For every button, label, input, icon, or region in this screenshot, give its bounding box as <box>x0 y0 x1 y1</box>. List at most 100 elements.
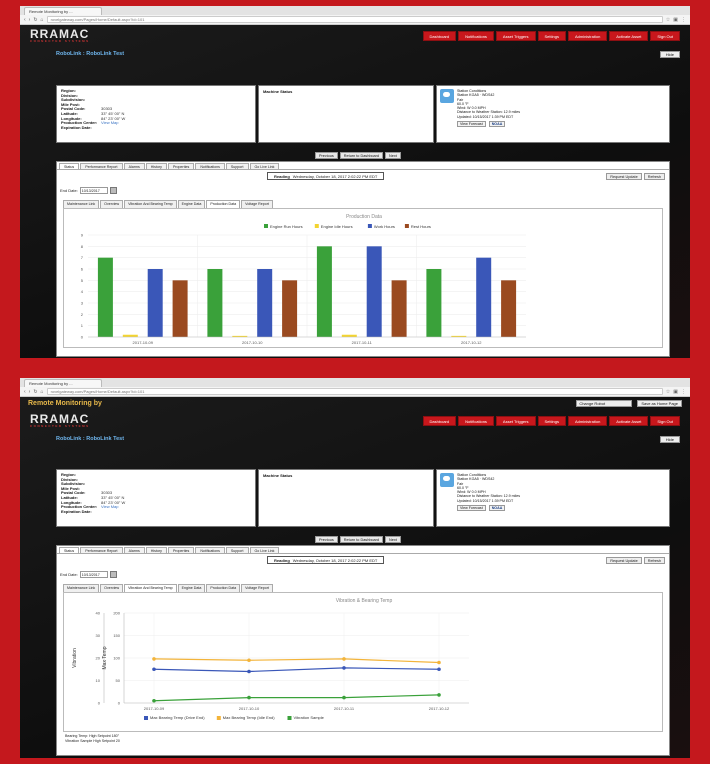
nav-notifications[interactable]: Notifications <box>458 416 494 426</box>
request-update-button[interactable]: Request Update <box>606 557 642 564</box>
subtab-maintenance-link[interactable]: Maintenance Link <box>63 200 100 208</box>
save-home-button[interactable]: Save as Home Page <box>637 400 682 407</box>
nav-administration[interactable]: Administration <box>567 31 608 41</box>
refresh-button[interactable]: Refresh <box>643 173 665 180</box>
bar[interactable] <box>147 269 163 337</box>
subtab-vibration-and-bearing-temp[interactable]: Vibration And Bearing Temp <box>124 200 177 208</box>
home-icon[interactable]: ⌂ <box>41 17 44 23</box>
tab-go-live-link[interactable]: Go Live Link <box>249 547 280 553</box>
previous-button[interactable]: Previous <box>315 536 338 543</box>
nav-settings[interactable]: Settings <box>537 416 566 426</box>
nav-activate-asset[interactable]: Activate Asset <box>609 416 649 426</box>
data-point[interactable] <box>437 693 441 697</box>
bar[interactable] <box>282 280 298 337</box>
site-info-value[interactable]: View Map <box>101 505 119 510</box>
nav-activate-asset[interactable]: Activate Asset <box>609 31 649 41</box>
data-point[interactable] <box>437 660 441 665</box>
data-point[interactable] <box>342 666 346 670</box>
subtab-production-data[interactable]: Production Data <box>206 200 241 208</box>
bar[interactable] <box>122 334 138 337</box>
legend-label[interactable]: Engine Run Hours <box>270 224 303 229</box>
nav-asset-triggers[interactable]: Asset Triggers <box>495 416 536 426</box>
next-button[interactable]: Next <box>385 152 401 159</box>
menu-icon[interactable]: ⋮ <box>681 389 686 395</box>
legend-label[interactable]: Engine Idle Hours <box>321 224 353 229</box>
nav-dashboard[interactable]: Dashboard <box>422 31 457 41</box>
back-icon[interactable]: ‹ <box>24 17 26 23</box>
nav-settings[interactable]: Settings <box>537 31 566 41</box>
view-forecast-button[interactable]: View Forecast <box>457 121 486 128</box>
bar[interactable] <box>476 257 492 337</box>
tab-notifications[interactable]: Notifications <box>195 547 225 553</box>
site-info-value[interactable]: View Map <box>101 121 119 126</box>
bar[interactable] <box>316 246 332 337</box>
bar[interactable] <box>366 246 382 337</box>
extension-icon[interactable]: ▣ <box>673 389 678 395</box>
legend-swatch[interactable] <box>216 716 221 720</box>
nav-notifications[interactable]: Notifications <box>458 31 494 41</box>
subtab-overview[interactable]: Overview <box>100 200 124 208</box>
url-field[interactable]: rovelgateway.com/Pages/Home/Default.aspx… <box>46 16 663 23</box>
view-forecast-button[interactable]: View Forecast <box>457 505 486 512</box>
robot-select[interactable]: Change Robot <box>576 400 633 407</box>
subtab-vibration-and-bearing-temp[interactable]: Vibration And Bearing Temp <box>124 584 177 592</box>
legend-swatch[interactable] <box>367 224 372 228</box>
bar[interactable] <box>341 334 357 337</box>
calendar-icon[interactable] <box>109 571 117 578</box>
legend-swatch[interactable] <box>314 224 319 228</box>
nav-sign-out[interactable]: Sign Out <box>650 31 680 41</box>
series-line[interactable] <box>153 694 440 702</box>
subtab-maintenance-link[interactable]: Maintenance Link <box>63 584 100 592</box>
bar[interactable] <box>172 280 188 337</box>
browser-tab[interactable]: Remote Monitoring by ... <box>24 379 102 387</box>
request-update-button[interactable]: Request Update <box>606 173 642 180</box>
subtab-engine-data[interactable]: Engine Data <box>177 584 206 592</box>
return-dashboard-button[interactable]: Return to Dashboard <box>339 152 384 159</box>
data-point[interactable] <box>247 658 251 663</box>
star-icon[interactable]: ☆ <box>666 17 670 23</box>
calendar-icon[interactable] <box>109 187 117 194</box>
nav-sign-out[interactable]: Sign Out <box>650 416 680 426</box>
legend-label[interactable]: Vibration Sample <box>294 715 325 720</box>
subtab-engine-data[interactable]: Engine Data <box>177 200 206 208</box>
tab-support[interactable]: Support <box>225 163 249 169</box>
tab-properties[interactable]: Properties <box>167 163 195 169</box>
data-point[interactable] <box>437 667 441 672</box>
tab-go-live-link[interactable]: Go Live Link <box>249 163 280 169</box>
tab-alarms[interactable]: Alarms <box>123 163 145 169</box>
legend-swatch[interactable] <box>264 224 268 228</box>
tab-history[interactable]: History <box>145 547 167 553</box>
tab-alarms[interactable]: Alarms <box>123 547 145 553</box>
series-line[interactable] <box>153 658 440 664</box>
tab-notifications[interactable]: Notifications <box>195 163 225 169</box>
browser-tab[interactable]: Remote Monitoring by ... <box>24 7 102 15</box>
subtab-voltage-report[interactable]: Voltage Report <box>241 584 273 592</box>
menu-icon[interactable]: ⋮ <box>681 17 686 23</box>
legend-label[interactable]: Work Hours <box>374 224 395 229</box>
forward-icon[interactable]: › <box>29 17 31 23</box>
tab-performance-report[interactable]: Performance Report <box>80 547 123 553</box>
tab-support[interactable]: Support <box>225 547 249 553</box>
tab-status[interactable]: Status <box>59 163 80 169</box>
hide-button[interactable]: Hide <box>659 435 680 443</box>
data-point[interactable] <box>152 657 156 661</box>
legend-label[interactable]: Max Bearing Temp (Idle End) <box>223 715 275 720</box>
tab-history[interactable]: History <box>145 163 167 169</box>
star-icon[interactable]: ☆ <box>666 389 670 395</box>
bar[interactable] <box>501 280 517 337</box>
previous-button[interactable]: Previous <box>315 152 338 159</box>
reload-icon[interactable]: ↻ <box>33 17 37 23</box>
return-dashboard-button[interactable]: Return to Dashboard <box>339 536 384 543</box>
nav-dashboard[interactable]: Dashboard <box>422 416 457 426</box>
refresh-button[interactable]: Refresh <box>643 557 665 564</box>
legend-swatch[interactable] <box>404 224 409 228</box>
tab-performance-report[interactable]: Performance Report <box>80 163 123 169</box>
next-button[interactable]: Next <box>385 536 401 543</box>
forward-icon[interactable]: › <box>29 389 31 395</box>
nav-administration[interactable]: Administration <box>567 416 608 426</box>
data-point[interactable] <box>152 667 156 672</box>
data-point[interactable] <box>247 695 251 700</box>
subtab-overview[interactable]: Overview <box>100 584 124 592</box>
nav-asset-triggers[interactable]: Asset Triggers <box>495 31 536 41</box>
end-date-input[interactable]: 10/13/2017 <box>79 571 108 578</box>
